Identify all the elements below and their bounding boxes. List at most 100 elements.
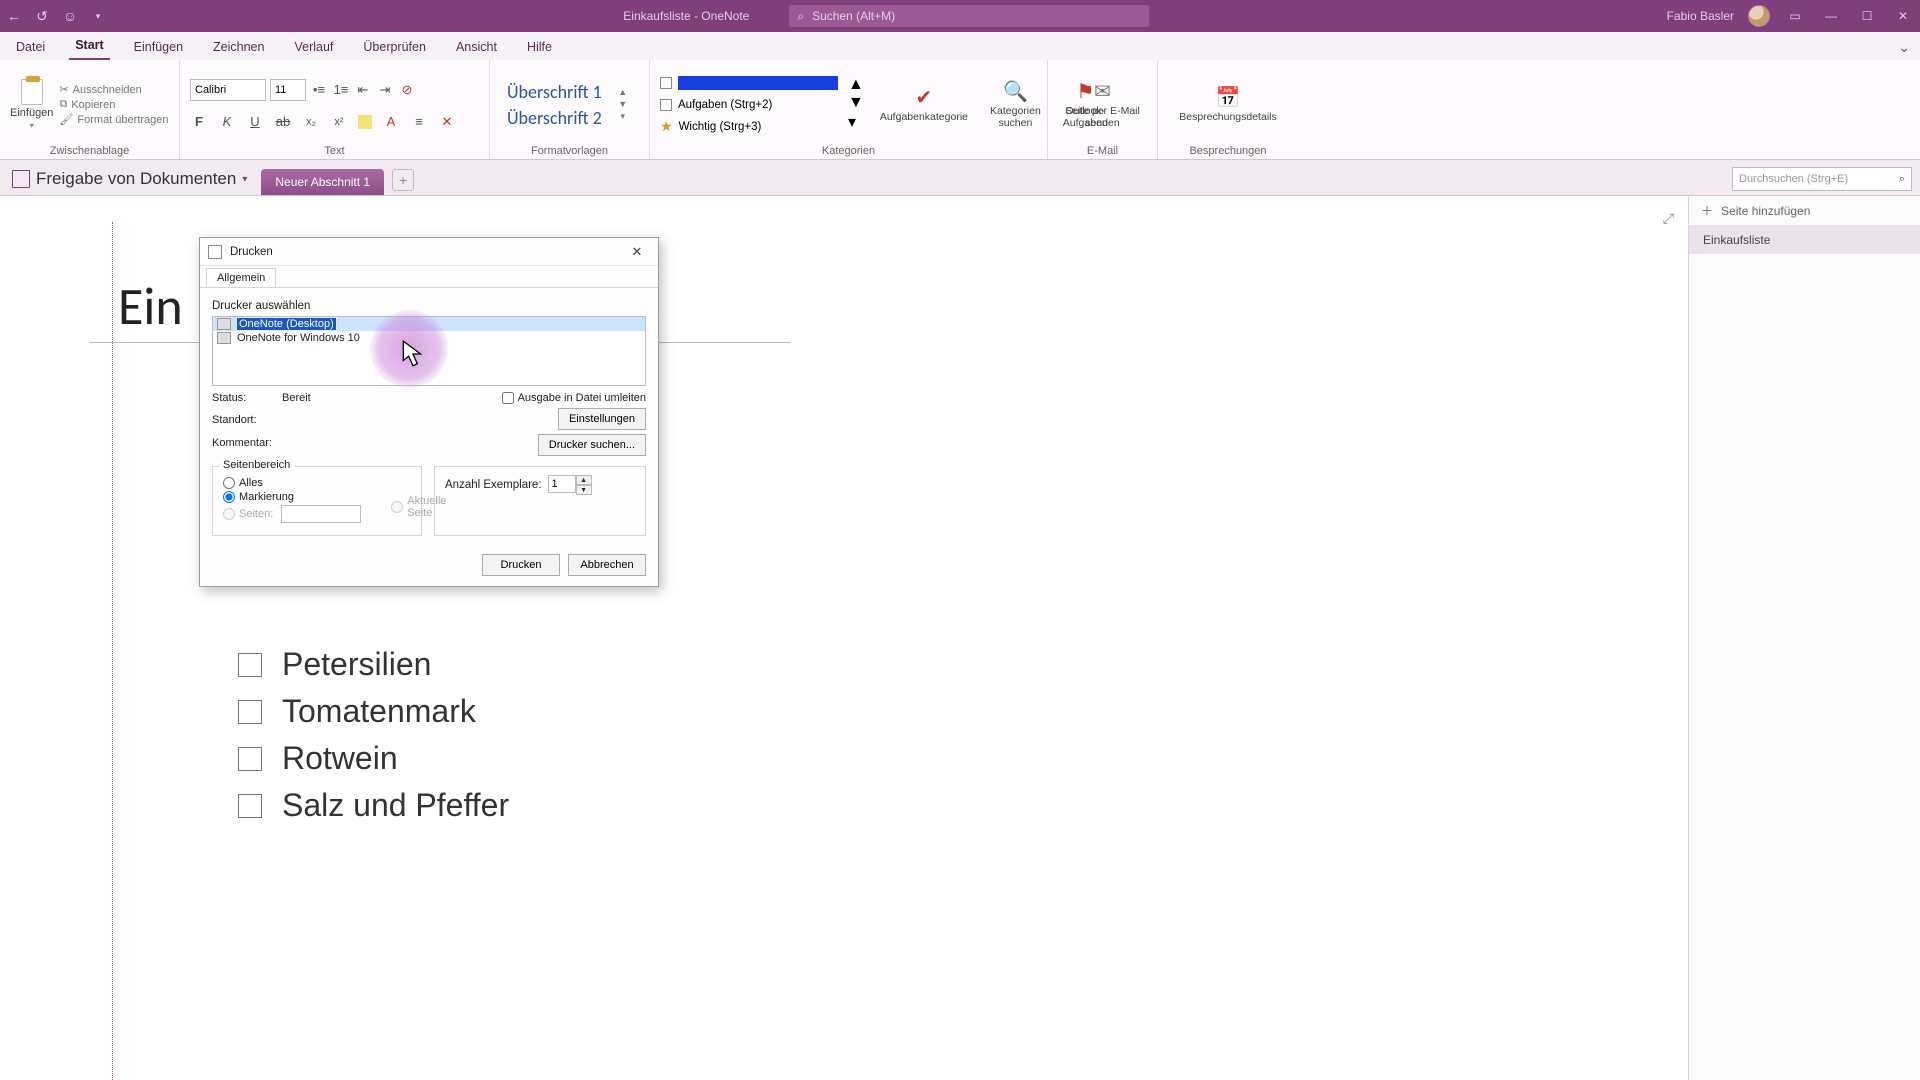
- tag-row-todo[interactable]: [660, 73, 838, 93]
- nav-back-icon[interactable]: ←: [6, 8, 22, 24]
- format-painter-button[interactable]: 🖌Format übertragen: [59, 113, 168, 126]
- paste-button[interactable]: Einfügen ▾: [10, 79, 53, 130]
- menu-history[interactable]: Verlauf: [288, 36, 339, 60]
- email-page-button[interactable]: ✉Seite per E-Mail senden: [1058, 81, 1147, 129]
- radio-pages: Seiten:: [223, 505, 361, 523]
- outdent-icon[interactable]: ⇤: [354, 81, 372, 99]
- menu-draw[interactable]: Zeichnen: [207, 36, 270, 60]
- style-down-icon[interactable]: ▼: [618, 99, 627, 109]
- notebook-dropdown[interactable]: Freigabe von Dokumenten ▾: [8, 169, 257, 195]
- menu-home[interactable]: Start: [69, 34, 109, 60]
- tag-row-important[interactable]: ★Wichtig (Strg+3): [660, 117, 838, 137]
- font-size-select[interactable]: [270, 79, 306, 101]
- add-section-button[interactable]: +: [392, 169, 414, 191]
- search-placeholder: Suchen (Alt+M): [812, 9, 895, 23]
- cut-button[interactable]: ✂Ausschneiden: [59, 83, 168, 96]
- check-icon: ✔: [916, 87, 933, 109]
- style-more-icon[interactable]: ▾: [620, 111, 625, 122]
- underline-button[interactable]: U: [246, 113, 264, 131]
- radio-all[interactable]: Alles: [223, 477, 361, 489]
- meeting-details-button[interactable]: 📅Besprechungsdetails: [1173, 87, 1282, 123]
- highlight-button[interactable]: [358, 115, 372, 129]
- page-title[interactable]: Ein: [118, 274, 183, 338]
- notes-pane-icon[interactable]: ▭: [1784, 5, 1806, 27]
- tab-general[interactable]: Allgemein: [206, 268, 276, 287]
- maximize-button[interactable]: ☐: [1856, 5, 1878, 27]
- copy-button[interactable]: ⧉Kopieren: [59, 98, 168, 111]
- value-status: Bereit: [282, 392, 456, 411]
- superscript-button[interactable]: x²: [330, 113, 348, 131]
- erase-button[interactable]: ✕: [438, 113, 456, 131]
- printer-item-selected[interactable]: OneNote (Desktop): [213, 317, 645, 331]
- scissors-icon: ✂: [59, 83, 68, 96]
- notebook-search[interactable]: Durchsuchen (Strg+E) ⌕: [1732, 167, 1912, 191]
- list-item[interactable]: Salz und Pfeffer: [238, 787, 509, 824]
- emoji-icon[interactable]: ☺: [62, 8, 78, 24]
- dialog-titlebar[interactable]: Drucken ✕: [200, 238, 658, 266]
- user-name[interactable]: Fabio Basler: [1667, 9, 1734, 23]
- font-name-select[interactable]: [190, 79, 266, 101]
- find-tags-button[interactable]: 🔍Kategorien suchen: [984, 81, 1047, 129]
- preferences-button[interactable]: Einstellungen: [558, 408, 646, 430]
- style-heading1[interactable]: Überschrift 1: [500, 79, 609, 105]
- list-item[interactable]: Petersilien: [238, 646, 509, 683]
- menu-help[interactable]: Hilfe: [521, 36, 558, 60]
- undo-icon[interactable]: ↺: [34, 8, 50, 24]
- printer-list[interactable]: OneNote (Desktop) OneNote for Windows 10: [212, 316, 646, 386]
- section-tab[interactable]: Neuer Abschnitt 1: [261, 169, 384, 195]
- strike-button[interactable]: ab: [274, 113, 292, 131]
- radio-selection[interactable]: Markierung: [223, 491, 361, 503]
- menu-insert[interactable]: Einfügen: [128, 36, 189, 60]
- tag-up-icon[interactable]: ▲: [848, 76, 864, 93]
- find-printer-button[interactable]: Drucker suchen...: [538, 434, 646, 456]
- copies-spinner[interactable]: ▲▼: [548, 475, 592, 495]
- subscript-button[interactable]: x₂: [302, 113, 320, 131]
- print-dialog: Drucken ✕ Allgemein Drucker auswählen On…: [199, 237, 659, 587]
- ribbon: Einfügen ▾ ✂Ausschneiden ⧉Kopieren 🖌Form…: [0, 60, 1920, 160]
- dialog-close-button[interactable]: ✕: [624, 242, 650, 262]
- numbering-icon[interactable]: 1≡: [332, 81, 350, 99]
- checkbox-icon[interactable]: [238, 700, 262, 724]
- task-category-button[interactable]: ✔Aufgabenkategorie: [874, 87, 974, 123]
- collapse-ribbon-icon[interactable]: ⌄: [1898, 39, 1910, 60]
- search-tags-icon: 🔍: [1003, 81, 1028, 103]
- checkbox-icon[interactable]: [238, 794, 262, 818]
- copies-input[interactable]: [548, 475, 576, 493]
- bullets-icon[interactable]: •≡: [310, 81, 328, 99]
- checkbox-icon[interactable]: [238, 747, 262, 771]
- printer-item[interactable]: OneNote for Windows 10: [213, 331, 645, 345]
- user-avatar[interactable]: [1748, 5, 1770, 27]
- style-heading2[interactable]: Überschrift 2: [500, 105, 609, 131]
- search-icon: ⌕: [797, 9, 804, 24]
- print-button[interactable]: Drucken: [482, 554, 560, 576]
- menu-file[interactable]: Datei: [10, 36, 51, 60]
- style-up-icon[interactable]: ▲: [618, 87, 627, 97]
- tag-row-tasks[interactable]: Aufgaben (Strg+2): [660, 95, 838, 115]
- search-box[interactable]: ⌕ Suchen (Alt+M): [789, 5, 1149, 27]
- spin-up-icon[interactable]: ▲: [576, 475, 592, 485]
- page-list-item[interactable]: Einkaufsliste: [1689, 226, 1920, 254]
- expand-page-icon[interactable]: ⤢: [1663, 210, 1674, 227]
- tag-more-icon[interactable]: ▾: [848, 114, 856, 131]
- spin-down-icon[interactable]: ▼: [576, 485, 592, 495]
- menu-view[interactable]: Ansicht: [450, 36, 503, 60]
- list-item[interactable]: Tomatenmark: [238, 693, 509, 730]
- indent-icon[interactable]: ⇥: [376, 81, 394, 99]
- clear-format-icon[interactable]: ⊘: [398, 81, 416, 99]
- italic-button[interactable]: K: [218, 113, 236, 131]
- align-button[interactable]: ≡: [410, 113, 428, 131]
- print-to-file-checkbox[interactable]: Ausgabe in Datei umleiten: [502, 392, 646, 404]
- group-label-styles: Formatvorlagen: [500, 145, 639, 159]
- list-item[interactable]: Rotwein: [238, 740, 509, 777]
- font-color-button[interactable]: A: [382, 113, 400, 131]
- minimize-button[interactable]: —: [1820, 5, 1842, 27]
- add-page-button[interactable]: ＋ Seite hinzufügen: [1689, 196, 1920, 226]
- qat-dropdown-icon[interactable]: ▾: [90, 8, 106, 24]
- envelope-icon: ✉: [1094, 81, 1111, 103]
- bold-button[interactable]: F: [190, 113, 208, 131]
- cancel-button[interactable]: Abbrechen: [568, 554, 646, 576]
- menu-review[interactable]: Überprüfen: [357, 36, 432, 60]
- close-window-button[interactable]: ✕: [1892, 5, 1914, 27]
- checkbox-icon[interactable]: [238, 653, 262, 677]
- tag-down-icon[interactable]: ▼: [848, 94, 864, 111]
